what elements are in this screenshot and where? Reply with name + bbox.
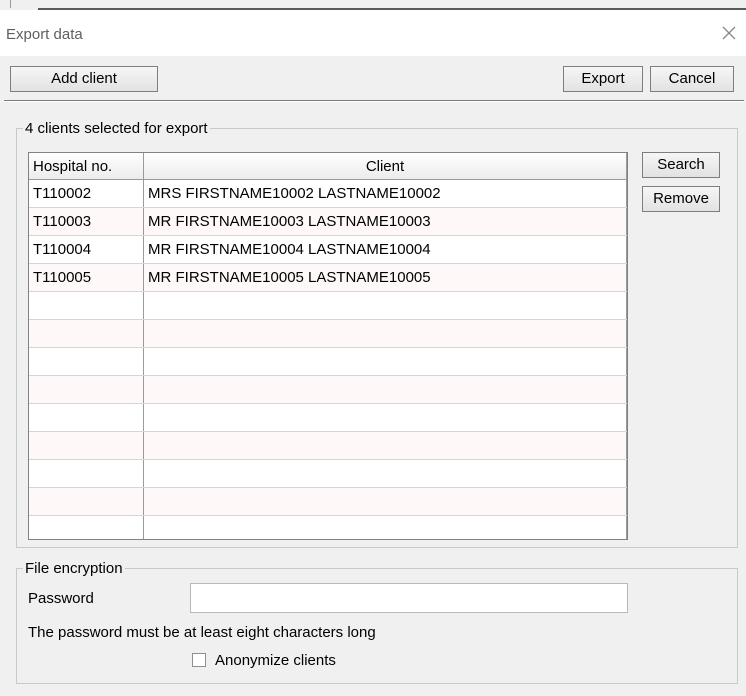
- edge-tick: [10, 0, 11, 8]
- empty-table-row[interactable]: [29, 291, 627, 320]
- file-encryption-group: File encryption: [16, 560, 738, 684]
- add-client-button[interactable]: Add client: [10, 66, 158, 92]
- table-header-row: Hospital no. Client: [29, 153, 627, 180]
- empty-table-row[interactable]: [29, 515, 627, 539]
- remove-button[interactable]: Remove: [642, 186, 720, 212]
- empty-table-row[interactable]: [29, 431, 627, 460]
- anonymize-checkbox[interactable]: [192, 653, 206, 667]
- table-row[interactable]: T110004 MR FIRSTNAME10004 LASTNAME10004: [29, 235, 627, 264]
- table-row[interactable]: T110002 MRS FIRSTNAME10002 LASTNAME10002: [29, 179, 627, 208]
- hospital-no-cell: T110002: [29, 179, 144, 208]
- anonymize-label[interactable]: Anonymize clients: [215, 652, 336, 669]
- empty-table-row[interactable]: [29, 347, 627, 376]
- title-bar: Export data: [0, 10, 746, 56]
- file-encryption-legend: File encryption: [25, 560, 123, 577]
- hospital-no-cell: T110004: [29, 235, 144, 264]
- password-hint: The password must be at least eight char…: [28, 624, 376, 641]
- client-name-cell: MR FIRSTNAME10004 LASTNAME10004: [143, 235, 627, 264]
- clients-table[interactable]: Hospital no. Client T110002 MRS FIRSTNAM…: [28, 152, 628, 540]
- toolbar-separator-highlight: [4, 101, 744, 102]
- table-row[interactable]: T110003 MR FIRSTNAME10003 LASTNAME10003: [29, 207, 627, 236]
- close-icon[interactable]: [718, 22, 738, 42]
- client-name-cell: MR FIRSTNAME10005 LASTNAME10005: [143, 263, 627, 292]
- cancel-button[interactable]: Cancel: [650, 66, 734, 92]
- table-row[interactable]: T110005 MR FIRSTNAME10005 LASTNAME10005: [29, 263, 627, 292]
- column-header-hospital-no[interactable]: Hospital no.: [29, 153, 144, 180]
- password-label: Password: [28, 590, 94, 607]
- column-header-client[interactable]: Client: [143, 153, 627, 180]
- client-name-cell: MR FIRSTNAME10003 LASTNAME10003: [143, 207, 627, 236]
- export-button[interactable]: Export: [563, 66, 643, 92]
- window-title: Export data: [6, 26, 83, 43]
- empty-table-row[interactable]: [29, 403, 627, 432]
- empty-table-row[interactable]: [29, 459, 627, 488]
- empty-table-row[interactable]: [29, 319, 627, 348]
- search-button[interactable]: Search: [642, 152, 720, 178]
- empty-table-row[interactable]: [29, 487, 627, 516]
- password-field[interactable]: [190, 583, 628, 613]
- hospital-no-cell: T110005: [29, 263, 144, 292]
- clients-group-legend: 4 clients selected for export: [25, 120, 208, 137]
- client-name-cell: MRS FIRSTNAME10002 LASTNAME10002: [143, 179, 627, 208]
- hospital-no-cell: T110003: [29, 207, 144, 236]
- window-top-edge: [0, 0, 746, 10]
- empty-table-row[interactable]: [29, 375, 627, 404]
